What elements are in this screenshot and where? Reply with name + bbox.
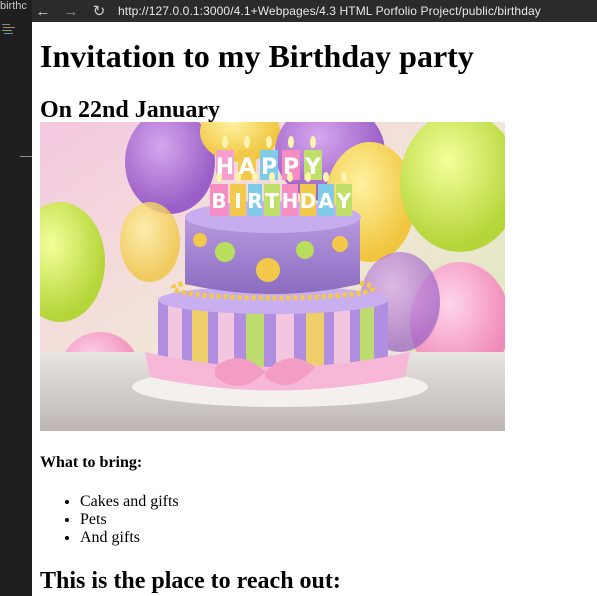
- banner-letter-d: D: [300, 189, 317, 213]
- banner-letter-t: T: [265, 189, 279, 213]
- browser-toolbar: ← → ↻ http://127.0.0.1:3000/4.1+Webpages…: [32, 0, 597, 22]
- reload-button[interactable]: ↻: [88, 0, 110, 22]
- banner-letter-a: A: [238, 155, 255, 180]
- birthday-cake-image: H A P P Y B I R T H D A Y: [40, 122, 505, 431]
- reload-icon: ↻: [92, 3, 106, 20]
- page-content: Invitation to my Birthday party On 22nd …: [40, 22, 597, 593]
- arrow-left-icon: ←: [35, 2, 51, 20]
- banner-letter-y1: Y: [304, 155, 322, 180]
- back-button[interactable]: ←: [32, 0, 54, 22]
- editor-side-panel: birthc: [0, 0, 32, 596]
- banner-letter-h: H: [216, 155, 234, 180]
- bring-heading: What to bring:: [40, 454, 143, 471]
- list-item: And gifts: [80, 529, 597, 547]
- editor-tab-label[interactable]: birthc: [0, 0, 32, 12]
- banner-letter-b: B: [211, 189, 226, 213]
- panel-divider: [20, 156, 32, 157]
- bring-list: Cakes and gifts Pets And gifts: [40, 493, 597, 547]
- address-bar[interactable]: http://127.0.0.1:3000/4.1+Webpages/4.3 H…: [118, 4, 597, 18]
- banner-letter-h2: H: [282, 189, 299, 213]
- reach-out-heading: This is the place to reach out:: [40, 568, 341, 594]
- banner-letter-i: I: [234, 189, 241, 213]
- banner-letter-r: R: [247, 189, 262, 213]
- list-item: Pets: [80, 511, 597, 529]
- page-title: Invitation to my Birthday party: [40, 38, 474, 74]
- banner-letter-p2: P: [283, 155, 299, 180]
- arrow-right-icon: →: [63, 2, 79, 20]
- date-heading: On 22nd January: [40, 97, 221, 123]
- forward-button[interactable]: →: [60, 0, 82, 22]
- banner-letter-a2: A: [318, 189, 334, 213]
- list-item: Cakes and gifts: [80, 493, 597, 511]
- banner-letter-p1: P: [261, 155, 277, 180]
- code-minimap: [0, 22, 20, 36]
- banner-letter-y2: Y: [336, 189, 352, 213]
